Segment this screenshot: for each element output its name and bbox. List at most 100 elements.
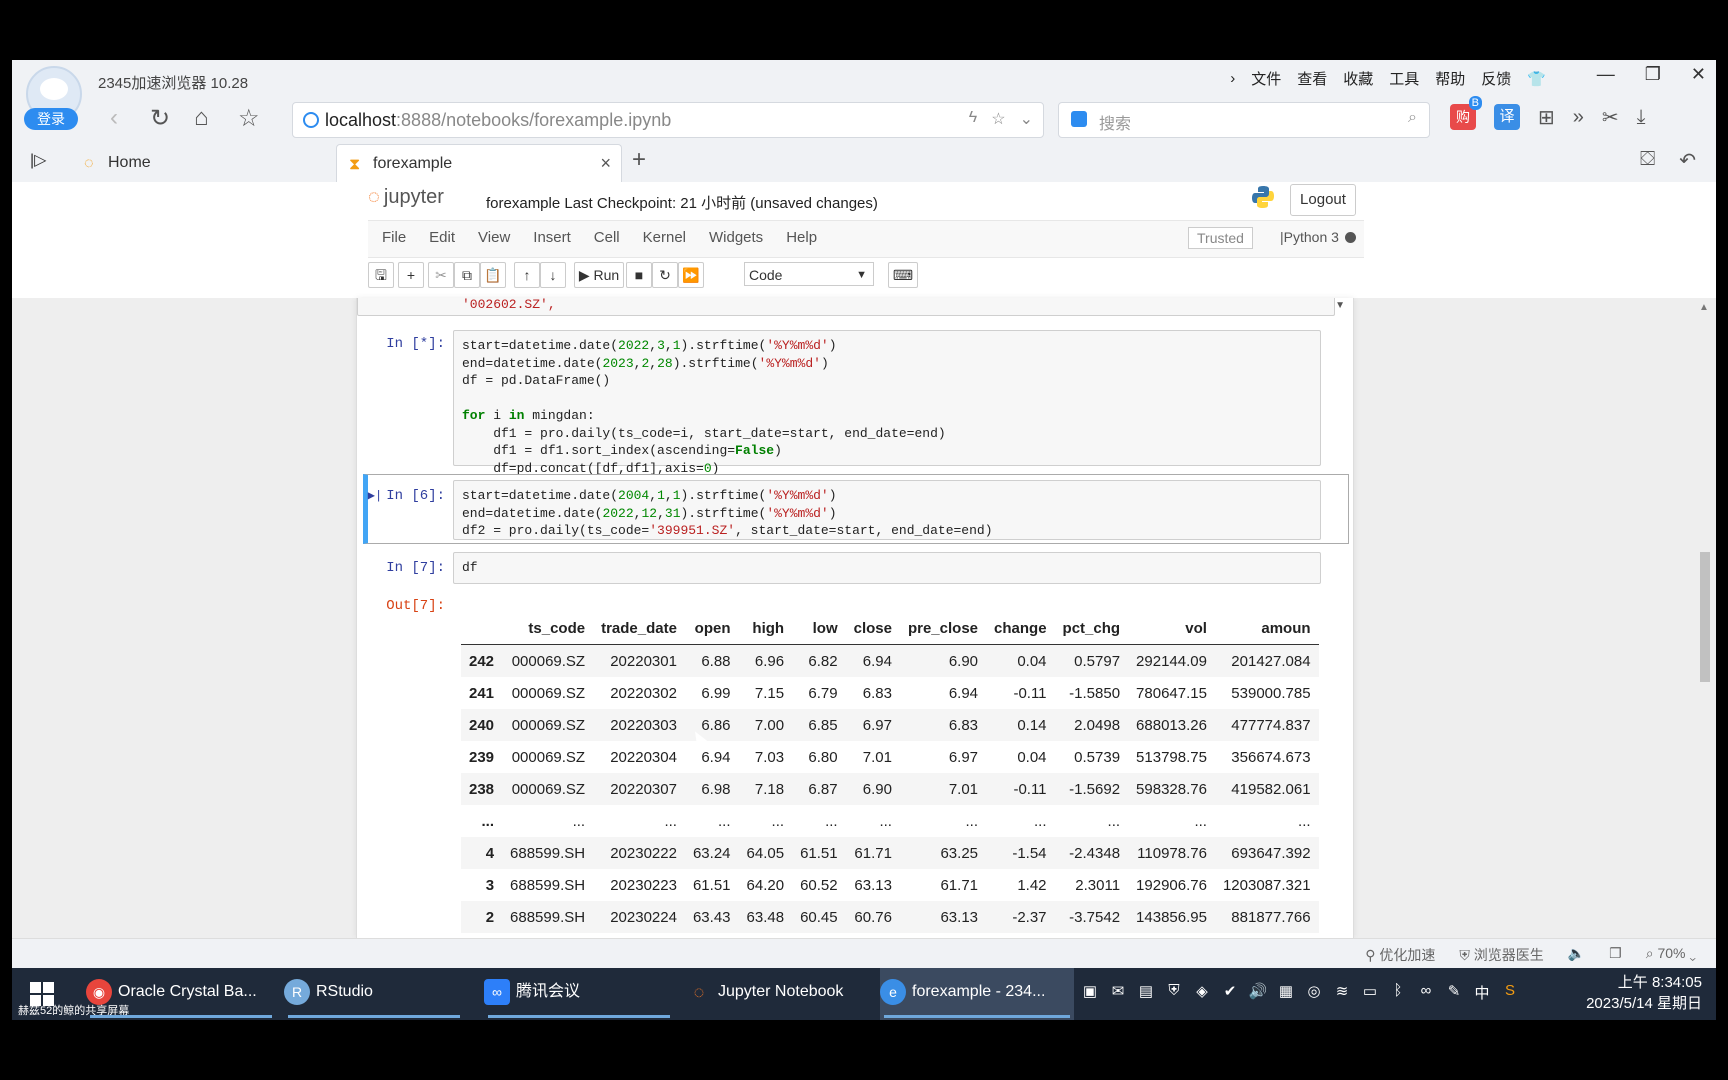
site-info-icon[interactable] — [303, 112, 319, 128]
move-up-button[interactable]: ↑ — [514, 262, 540, 288]
cell-type-select[interactable]: Code ▼ — [744, 262, 874, 286]
cut-button[interactable]: ✂ — [428, 262, 454, 288]
search-input[interactable]: 搜索 — [1099, 110, 1131, 134]
tab-forexample[interactable]: ⧗ forexample × — [336, 144, 622, 183]
wechat-icon[interactable]: ✉ — [1108, 982, 1128, 1003]
speedup-button[interactable]: ⚲ 优化加速 — [1365, 945, 1435, 965]
address-bar[interactable]: localhost:8888/notebooks/forexample.ipyn… — [292, 102, 1044, 138]
translate-icon[interactable]: 译 — [1494, 104, 1520, 130]
window-icon[interactable]: ❐ — [1609, 945, 1622, 965]
fast-forward-icon[interactable]: ⏩ — [678, 262, 704, 288]
grid-icon[interactable]: ⊞ — [1538, 105, 1555, 130]
scissors-icon[interactable]: ✂ — [1602, 105, 1619, 130]
sidebar-toggle-icon[interactable]: |▷ — [30, 150, 46, 170]
shirt-icon[interactable]: 👕 — [1527, 70, 1546, 88]
reload-icon[interactable]: ↻ — [150, 104, 170, 133]
tray-app-icon[interactable]: ✔ — [1220, 982, 1240, 1003]
battery-icon[interactable]: ▭ — [1360, 982, 1380, 1003]
jp-menu-cell[interactable]: Cell — [594, 229, 620, 246]
restore-icon[interactable]: ❐ — [1645, 64, 1661, 85]
stop-icon[interactable]: ■ — [626, 262, 652, 288]
new-tab-icon[interactable]: + — [632, 146, 646, 174]
tab-close-icon[interactable]: × — [600, 153, 611, 174]
tray-app-icon[interactable]: ▤ — [1136, 982, 1156, 1003]
tray-app-icon[interactable]: ◈ — [1192, 982, 1212, 1003]
run-button[interactable]: ▶ Run — [574, 262, 624, 288]
speaker-icon[interactable]: 🔈 — [1568, 945, 1585, 965]
star-icon[interactable]: ☆ — [238, 104, 260, 133]
scrollbar-thumb[interactable] — [1700, 552, 1710, 682]
code-editor[interactable]: df — [453, 552, 1321, 584]
zoom-level[interactable]: ⌕ 70% ⌄ — [1646, 945, 1696, 965]
scroll-up-icon[interactable]: ▲ — [1699, 302, 1709, 313]
taskbar-item-rstudio[interactable]: R RStudio — [284, 968, 464, 1020]
browser-doctor-button[interactable]: ⛨ 浏览器医生 — [1459, 945, 1543, 965]
code-editor[interactable]: start=datetime.date(2004,1,1).strftime('… — [453, 480, 1321, 540]
close-icon[interactable]: ✕ — [1691, 64, 1706, 85]
taskbar-item-tencent-meeting[interactable]: ∞ 腾讯会议 — [484, 968, 674, 1020]
ime-indicator[interactable]: 中 — [1472, 982, 1492, 1003]
code-cell[interactable]: In [7]: df — [357, 548, 1353, 588]
back-icon[interactable]: ‹ — [110, 104, 118, 132]
taskbar-item-oracle[interactable]: ◉ Oracle Crystal Ba... — [86, 968, 276, 1020]
search-engine-icon[interactable] — [1071, 111, 1087, 127]
keyboard-icon[interactable]: ⌨ — [888, 262, 918, 288]
jp-menu-help[interactable]: Help — [786, 229, 817, 246]
notebook-title[interactable]: forexample Last Checkpoint: 21 小时前 (unsa… — [486, 192, 878, 213]
chevron-right-icon[interactable]: › — [1230, 70, 1235, 87]
partial-cell[interactable]: '002602.SZ', ▼ — [357, 298, 1353, 320]
sogou-icon[interactable]: S — [1500, 982, 1520, 1003]
tray-app-icon[interactable]: ▣ — [1080, 982, 1100, 1003]
logout-button[interactable]: Logout — [1290, 184, 1356, 216]
minimize-icon[interactable]: — — [1597, 64, 1615, 85]
menu-view[interactable]: 查看 — [1297, 68, 1327, 89]
code-cell[interactable]: In [*]: start=datetime.date(2022,3,1).st… — [357, 324, 1353, 476]
download-icon[interactable]: ⤓ — [1637, 106, 1646, 129]
tray-app-icon[interactable]: ∞ — [1416, 982, 1436, 1003]
bookmark-star-icon[interactable]: ☆ — [991, 109, 1005, 129]
jp-menu-kernel[interactable]: Kernel — [643, 229, 686, 246]
menu-tools[interactable]: 工具 — [1389, 68, 1419, 89]
wifi-icon[interactable]: ≋ — [1332, 982, 1352, 1003]
home-icon[interactable]: ⌂ — [194, 104, 209, 132]
more-icon[interactable]: » — [1573, 106, 1584, 129]
tab-home[interactable]: ◌ Home — [72, 144, 342, 182]
jupyter-logo[interactable]: ◌ jupyter — [368, 186, 444, 209]
bluetooth-icon[interactable]: ᛒ — [1388, 982, 1408, 1003]
jp-menu-file[interactable]: File — [382, 229, 406, 246]
taskbar-item-jupyter[interactable]: ◌ Jupyter Notebook — [686, 968, 872, 1020]
save-button[interactable]: 🖫 — [368, 262, 394, 288]
insert-cell-button[interactable]: + — [398, 262, 424, 288]
menu-file[interactable]: 文件 — [1251, 68, 1281, 89]
code-cell-selected[interactable]: ▶| In [6]: start=datetime.date(2004,1,1).… — [357, 474, 1353, 544]
menu-favorites[interactable]: 收藏 — [1343, 68, 1373, 89]
tray-app-icon[interactable]: ▦ — [1276, 982, 1296, 1003]
restart-icon[interactable]: ↻ — [652, 262, 678, 288]
menu-help[interactable]: 帮助 — [1435, 68, 1465, 89]
page-scrollbar[interactable]: ▲ — [1698, 302, 1712, 922]
extension-icon[interactable]: ⛋ — [1640, 148, 1655, 173]
jp-menu-widgets[interactable]: Widgets — [709, 229, 763, 246]
trusted-indicator[interactable]: Trusted — [1188, 227, 1253, 249]
shopping-icon[interactable]: 购B — [1450, 96, 1482, 130]
search-icon[interactable]: ⌕ — [1408, 109, 1417, 127]
pen-icon[interactable]: ✎ — [1444, 982, 1464, 1003]
tray-app-icon[interactable]: ◎ — [1304, 982, 1324, 1003]
volume-icon[interactable]: 🔊 — [1248, 982, 1268, 1003]
undo-icon[interactable]: ↶ — [1679, 148, 1696, 173]
jp-menu-edit[interactable]: Edit — [429, 229, 455, 246]
shield-icon[interactable]: ⛨ — [1164, 982, 1184, 1003]
move-down-button[interactable]: ↓ — [540, 262, 566, 288]
menu-feedback[interactable]: 反馈 — [1481, 68, 1511, 89]
lightning-icon[interactable]: ϟ — [969, 109, 977, 129]
chevron-down-icon[interactable]: ⌄ — [1020, 109, 1033, 129]
system-clock[interactable]: 上午 8:34:05 2023/5/14 星期日 — [1586, 972, 1702, 1014]
jp-menu-view[interactable]: View — [478, 229, 510, 246]
taskbar-item-forexample[interactable]: e forexample - 234... — [880, 968, 1074, 1020]
search-bar[interactable]: 搜索 ⌕ — [1058, 102, 1430, 138]
code-editor[interactable]: start=datetime.date(2022,3,1).strftime('… — [453, 330, 1321, 476]
paste-button[interactable]: 📋 — [480, 262, 506, 288]
chevron-down-icon[interactable]: ▼ — [1335, 300, 1345, 311]
jp-menu-insert[interactable]: Insert — [533, 229, 571, 246]
copy-button[interactable]: ⧉ — [454, 262, 480, 288]
